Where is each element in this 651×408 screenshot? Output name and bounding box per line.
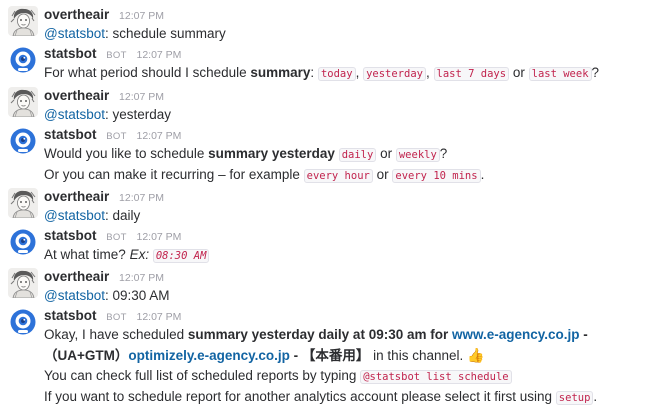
command-code: @statsbot list schedule (360, 370, 512, 384)
sender-name[interactable]: overtheair (44, 88, 109, 103)
bold-text: - (579, 327, 588, 342)
punctuation: . (480, 167, 485, 182)
message-text: If you want to schedule report for anoth… (44, 389, 553, 404)
punctuation: , (355, 65, 360, 80)
bold-text: summary yesterday daily at 09:30 am for (187, 327, 452, 342)
message-text: At what time? (44, 247, 126, 262)
sender-name[interactable]: overtheair (44, 7, 109, 22)
punctuation: : (310, 65, 315, 80)
bot-badge: BOT (106, 131, 127, 142)
user-sketch-avatar-icon[interactable] (8, 87, 38, 117)
message-text: Would you like to schedule (44, 146, 209, 161)
sender-name[interactable]: statsbot (44, 127, 97, 142)
or-text: or (512, 65, 525, 80)
timestamp[interactable]: 12:07 PM (136, 49, 181, 61)
message-text: in this channel. (369, 348, 464, 363)
or-text: or (376, 167, 389, 182)
mention-link[interactable]: @statsbot (44, 288, 105, 303)
mention-link[interactable]: @statsbot (44, 107, 105, 122)
option-code: every 10 mins (392, 169, 481, 183)
sender-name[interactable]: statsbot (44, 308, 97, 323)
or-text: or (380, 146, 393, 161)
message-text: : schedule summary (104, 26, 226, 41)
bot-badge: BOT (106, 232, 127, 243)
timestamp[interactable]: 12:07 PM (119, 91, 164, 103)
sender-name[interactable]: overtheair (44, 269, 109, 284)
site-link[interactable]: optimizely.e-agency.co.jp (128, 348, 290, 363)
option-code: every hour (303, 169, 373, 183)
sender-name[interactable]: statsbot (44, 46, 97, 61)
punctuation: . (593, 389, 598, 404)
site-link[interactable]: www.e-agency.co.jp (452, 327, 580, 342)
timestamp[interactable]: 12:07 PM (119, 192, 164, 204)
thumbs-up-icon: 👍 (467, 347, 485, 363)
robot-avatar-icon[interactable] (8, 227, 38, 257)
punctuation: ? (439, 146, 448, 161)
message-text: : yesterday (104, 107, 172, 122)
option-code: last 7 days (433, 67, 510, 81)
sender-name[interactable]: overtheair (44, 189, 109, 204)
user-sketch-avatar-icon[interactable] (8, 6, 38, 36)
option-code: weekly (395, 148, 440, 162)
robot-avatar-icon[interactable] (8, 126, 38, 156)
option-code: last week (528, 67, 592, 81)
bold-text: summary yesterday (208, 146, 335, 161)
message-text: For what period should I schedule (44, 65, 251, 80)
robot-avatar-icon[interactable] (8, 45, 38, 75)
timestamp[interactable]: 12:07 PM (119, 272, 164, 284)
bot-badge: BOT (106, 312, 127, 323)
bold-text: （UA+GTM） (44, 348, 129, 363)
option-code: daily (338, 148, 377, 162)
timestamp[interactable]: 12:07 PM (136, 311, 181, 323)
option-code: yesterday (363, 67, 426, 81)
user-sketch-avatar-icon[interactable] (8, 268, 38, 298)
option-code: today (317, 67, 356, 81)
example-label: Ex: (129, 247, 150, 262)
timestamp[interactable]: 12:07 PM (136, 231, 181, 243)
example-code: 08:30 AM (152, 249, 210, 263)
timestamp[interactable]: 12:07 PM (119, 10, 164, 22)
mention-link[interactable]: @statsbot (44, 208, 105, 223)
message-text: : 09:30 AM (104, 288, 170, 303)
mention-link[interactable]: @statsbot (44, 26, 105, 41)
message-text: Okay, I have scheduled (44, 327, 188, 342)
punctuation: , (426, 65, 430, 80)
message-text: : daily (104, 208, 141, 223)
bot-badge: BOT (106, 50, 127, 61)
bold-text: summary (250, 65, 311, 80)
robot-avatar-icon[interactable] (8, 307, 38, 337)
timestamp[interactable]: 12:07 PM (136, 130, 181, 142)
message-text: Or you can make it recurring – for examp… (44, 167, 300, 182)
message-text: You can check full list of scheduled rep… (44, 368, 357, 383)
sender-name[interactable]: statsbot (44, 228, 97, 243)
bold-text: - 【本番用】 (289, 348, 370, 363)
user-sketch-avatar-icon[interactable] (8, 188, 38, 218)
punctuation: ? (591, 65, 600, 80)
